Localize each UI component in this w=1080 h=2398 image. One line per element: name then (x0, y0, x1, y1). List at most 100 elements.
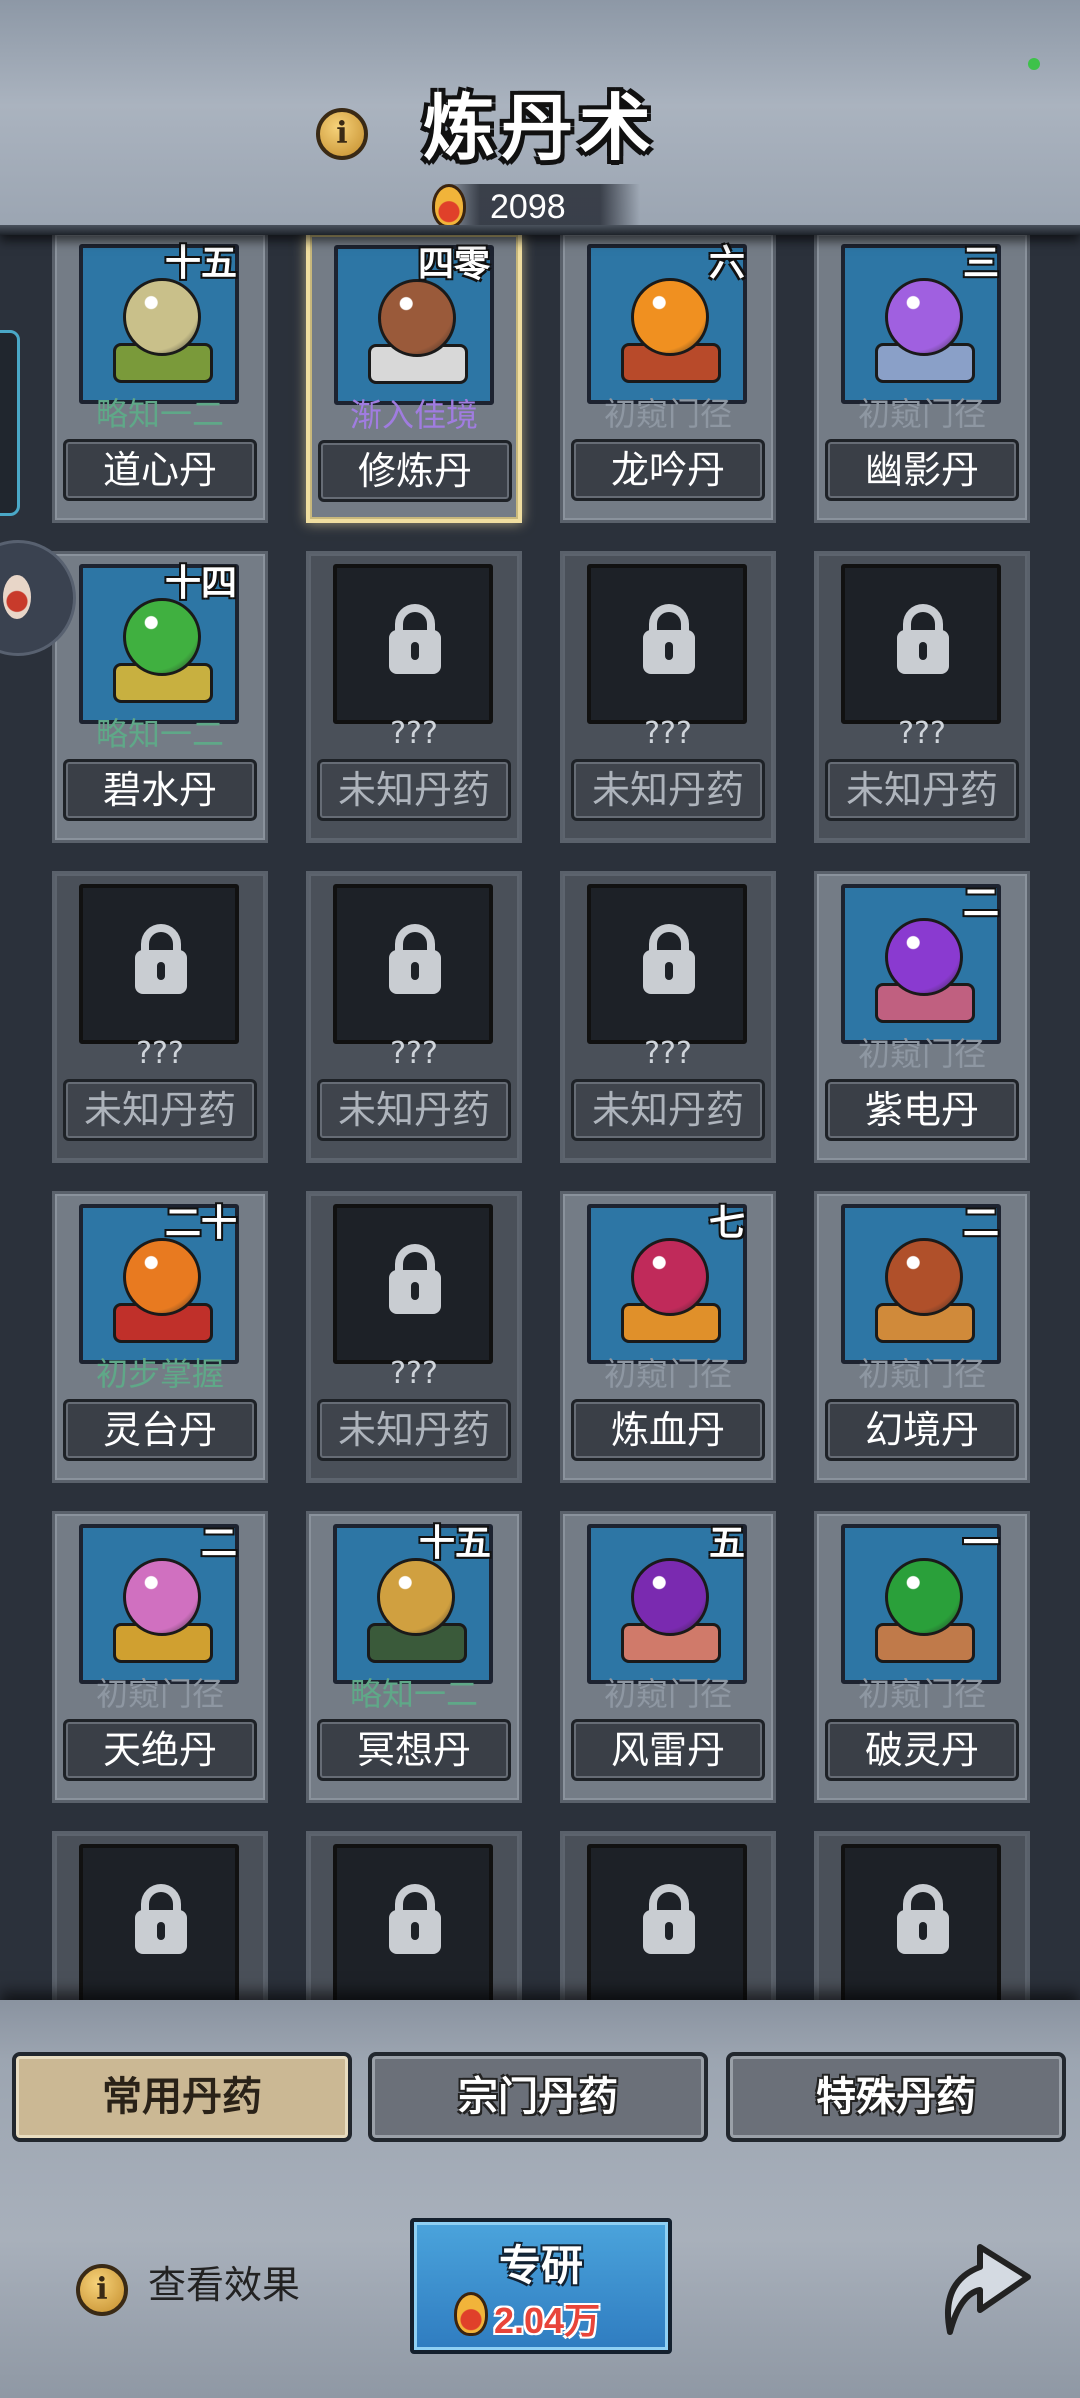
pill-rank: 初窥门径 (857, 1355, 986, 1393)
pill-name: 未知丹药 (825, 759, 1019, 821)
side-drawer-handle[interactable] (0, 330, 20, 516)
pill-level: 六 (708, 243, 745, 284)
lock-icon (587, 1844, 747, 2004)
pill-rank: 略知一二 (95, 395, 224, 433)
locked-pill-card[interactable]: ??? 未知丹药 (306, 551, 522, 843)
pill-card[interactable]: 六初窥门径龙吟丹 (560, 235, 776, 523)
pill-level: 二 (962, 883, 999, 924)
pill-name: 破灵丹 (825, 1719, 1019, 1781)
pill-card[interactable]: 二初窥门径紫电丹 (814, 871, 1030, 1163)
pill-level: 二 (200, 1523, 237, 1564)
pill-card[interactable]: 二初窥门径天绝丹 (52, 1511, 268, 1803)
pill-grid: 十五 略知一二 道心丹 四零 渐入佳境 修炼丹六初窥门径 龙吟丹三初窥门径 幽影丹 十四 略知一二… (0, 235, 1080, 2020)
locked-pill-card[interactable]: ??? (52, 1831, 268, 2020)
pill-rank: 略知一二 (349, 1675, 478, 1713)
pill-card[interactable]: 十四略知一二碧水丹 (52, 551, 268, 843)
status-dot (1028, 58, 1040, 70)
pill-level: 三 (962, 243, 999, 284)
lock-icon (841, 564, 1001, 724)
research-cost: 2.04万 (494, 2300, 601, 2341)
lock-icon (333, 884, 493, 1044)
pill-card[interactable]: 五初窥门径 风雷丹 (560, 1511, 776, 1803)
locked-pill-card[interactable]: ??? 未知丹药 (560, 551, 776, 843)
pill-name: 未知丹药 (571, 759, 765, 821)
pill-rank: 初窥门径 (603, 1355, 732, 1393)
pill-name: 风雷丹 (571, 1719, 765, 1781)
tab-special-pills[interactable]: 特殊丹药 (726, 2052, 1066, 2142)
pill-card[interactable]: 二十初步掌握灵台丹 (52, 1191, 268, 1483)
pill-rank: 初窥门径 (95, 1675, 224, 1713)
locked-pill-card[interactable]: ??? 未知丹药 (814, 551, 1030, 843)
locked-pill-card[interactable]: ??? (814, 1831, 1030, 2020)
pill-card[interactable]: 三初窥门径幽影丹 (814, 235, 1030, 523)
lock-icon (79, 884, 239, 1044)
locked-pill-card[interactable]: ??? 未知丹药 (306, 1191, 522, 1483)
pill-card[interactable]: 十五 略知一二 道心丹 (52, 235, 268, 523)
pill-name: 冥想丹 (317, 1719, 511, 1781)
pill-name: 未知丹药 (317, 759, 511, 821)
pill-card[interactable]: 四零渐入佳境修炼丹 (306, 235, 522, 523)
lock-icon (841, 1844, 1001, 2004)
pill-name: 幽影丹 (825, 439, 1019, 501)
pill-name: 灵台丹 (63, 1399, 257, 1461)
pill-name: 碧水丹 (63, 759, 257, 821)
lock-icon (79, 1844, 239, 2004)
pill-name: 天绝丹 (63, 1719, 257, 1781)
gourd-currency-icon (454, 2292, 488, 2336)
pill-rank: ??? (390, 1356, 438, 1391)
pill-name: 未知丹药 (571, 1079, 765, 1141)
pill-level: 十五 (418, 1523, 491, 1564)
tab-common-pills[interactable]: 常用丹药 (12, 2052, 352, 2142)
lock-icon (587, 884, 747, 1044)
pill-rank: 初窥门径 (603, 395, 732, 433)
pill-rank: 渐入佳境 (349, 396, 478, 434)
pill-card[interactable]: 一初窥门径破灵丹 (814, 1511, 1030, 1803)
page-title: 炼丹术 (422, 86, 657, 170)
lock-icon (333, 564, 493, 724)
currency-value: 2098 (490, 188, 566, 226)
pill-level: 七 (708, 1203, 745, 1244)
pill-name: 未知丹药 (317, 1399, 511, 1461)
tab-sect-pills[interactable]: 宗门丹药 (368, 2052, 708, 2142)
gourd-currency-icon (432, 184, 466, 228)
pill-name: 炼血丹 (571, 1399, 765, 1461)
pill-rank: ??? (390, 1036, 438, 1071)
lock-icon (333, 1844, 493, 2004)
pill-rank: ??? (136, 1036, 184, 1071)
lock-icon (333, 1204, 493, 1364)
pill-rank: 初窥门径 (857, 1675, 986, 1713)
pill-name: 龙吟丹 (571, 439, 765, 501)
pill-level: 四零 (417, 244, 490, 285)
pill-level: 十五 (164, 243, 237, 284)
locked-pill-card[interactable]: ??? 未知丹药 (306, 871, 522, 1163)
pill-level: 二十 (164, 1203, 237, 1244)
pill-level: 十四 (164, 563, 237, 604)
info-icon[interactable]: i (316, 108, 368, 160)
pill-rank: ??? (390, 716, 438, 751)
pill-rank: 初窥门径 (857, 1035, 986, 1073)
pill-name: 修炼丹 (318, 440, 512, 502)
research-button[interactable]: 专研 2.04万 (410, 2218, 672, 2354)
locked-pill-card[interactable]: ??? 未知丹药 (52, 871, 268, 1163)
pill-card[interactable]: 二初窥门径 幻境丹 (814, 1191, 1030, 1483)
pill-card[interactable]: 七初窥门径炼血丹 (560, 1191, 776, 1483)
pill-card[interactable]: 十五略知一二冥想丹 (306, 1511, 522, 1803)
pill-rank: 略知一二 (95, 715, 224, 753)
currency-display: 2098 (432, 184, 640, 230)
locked-pill-card[interactable]: ??? (560, 1831, 776, 2020)
locked-pill-card[interactable]: ??? (306, 1831, 522, 2020)
pill-name: 幻境丹 (825, 1399, 1019, 1461)
locked-pill-card[interactable]: ??? 未知丹药 (560, 871, 776, 1163)
pill-level: 五 (708, 1523, 745, 1564)
view-effect-link[interactable]: 查看效果 (148, 2262, 300, 2308)
pill-level: 一 (962, 1523, 999, 1564)
pill-name: 紫电丹 (825, 1079, 1019, 1141)
pill-rank: ??? (644, 716, 692, 751)
pill-rank: 初步掌握 (95, 1355, 224, 1393)
info-icon[interactable]: i (76, 2264, 128, 2316)
pill-rank: 初窥门径 (857, 395, 986, 433)
pill-rank: ??? (644, 1036, 692, 1071)
pill-name: 未知丹药 (63, 1079, 257, 1141)
header: i 炼丹术 2098 (0, 0, 1080, 235)
share-arrow-icon[interactable] (920, 2222, 1040, 2342)
